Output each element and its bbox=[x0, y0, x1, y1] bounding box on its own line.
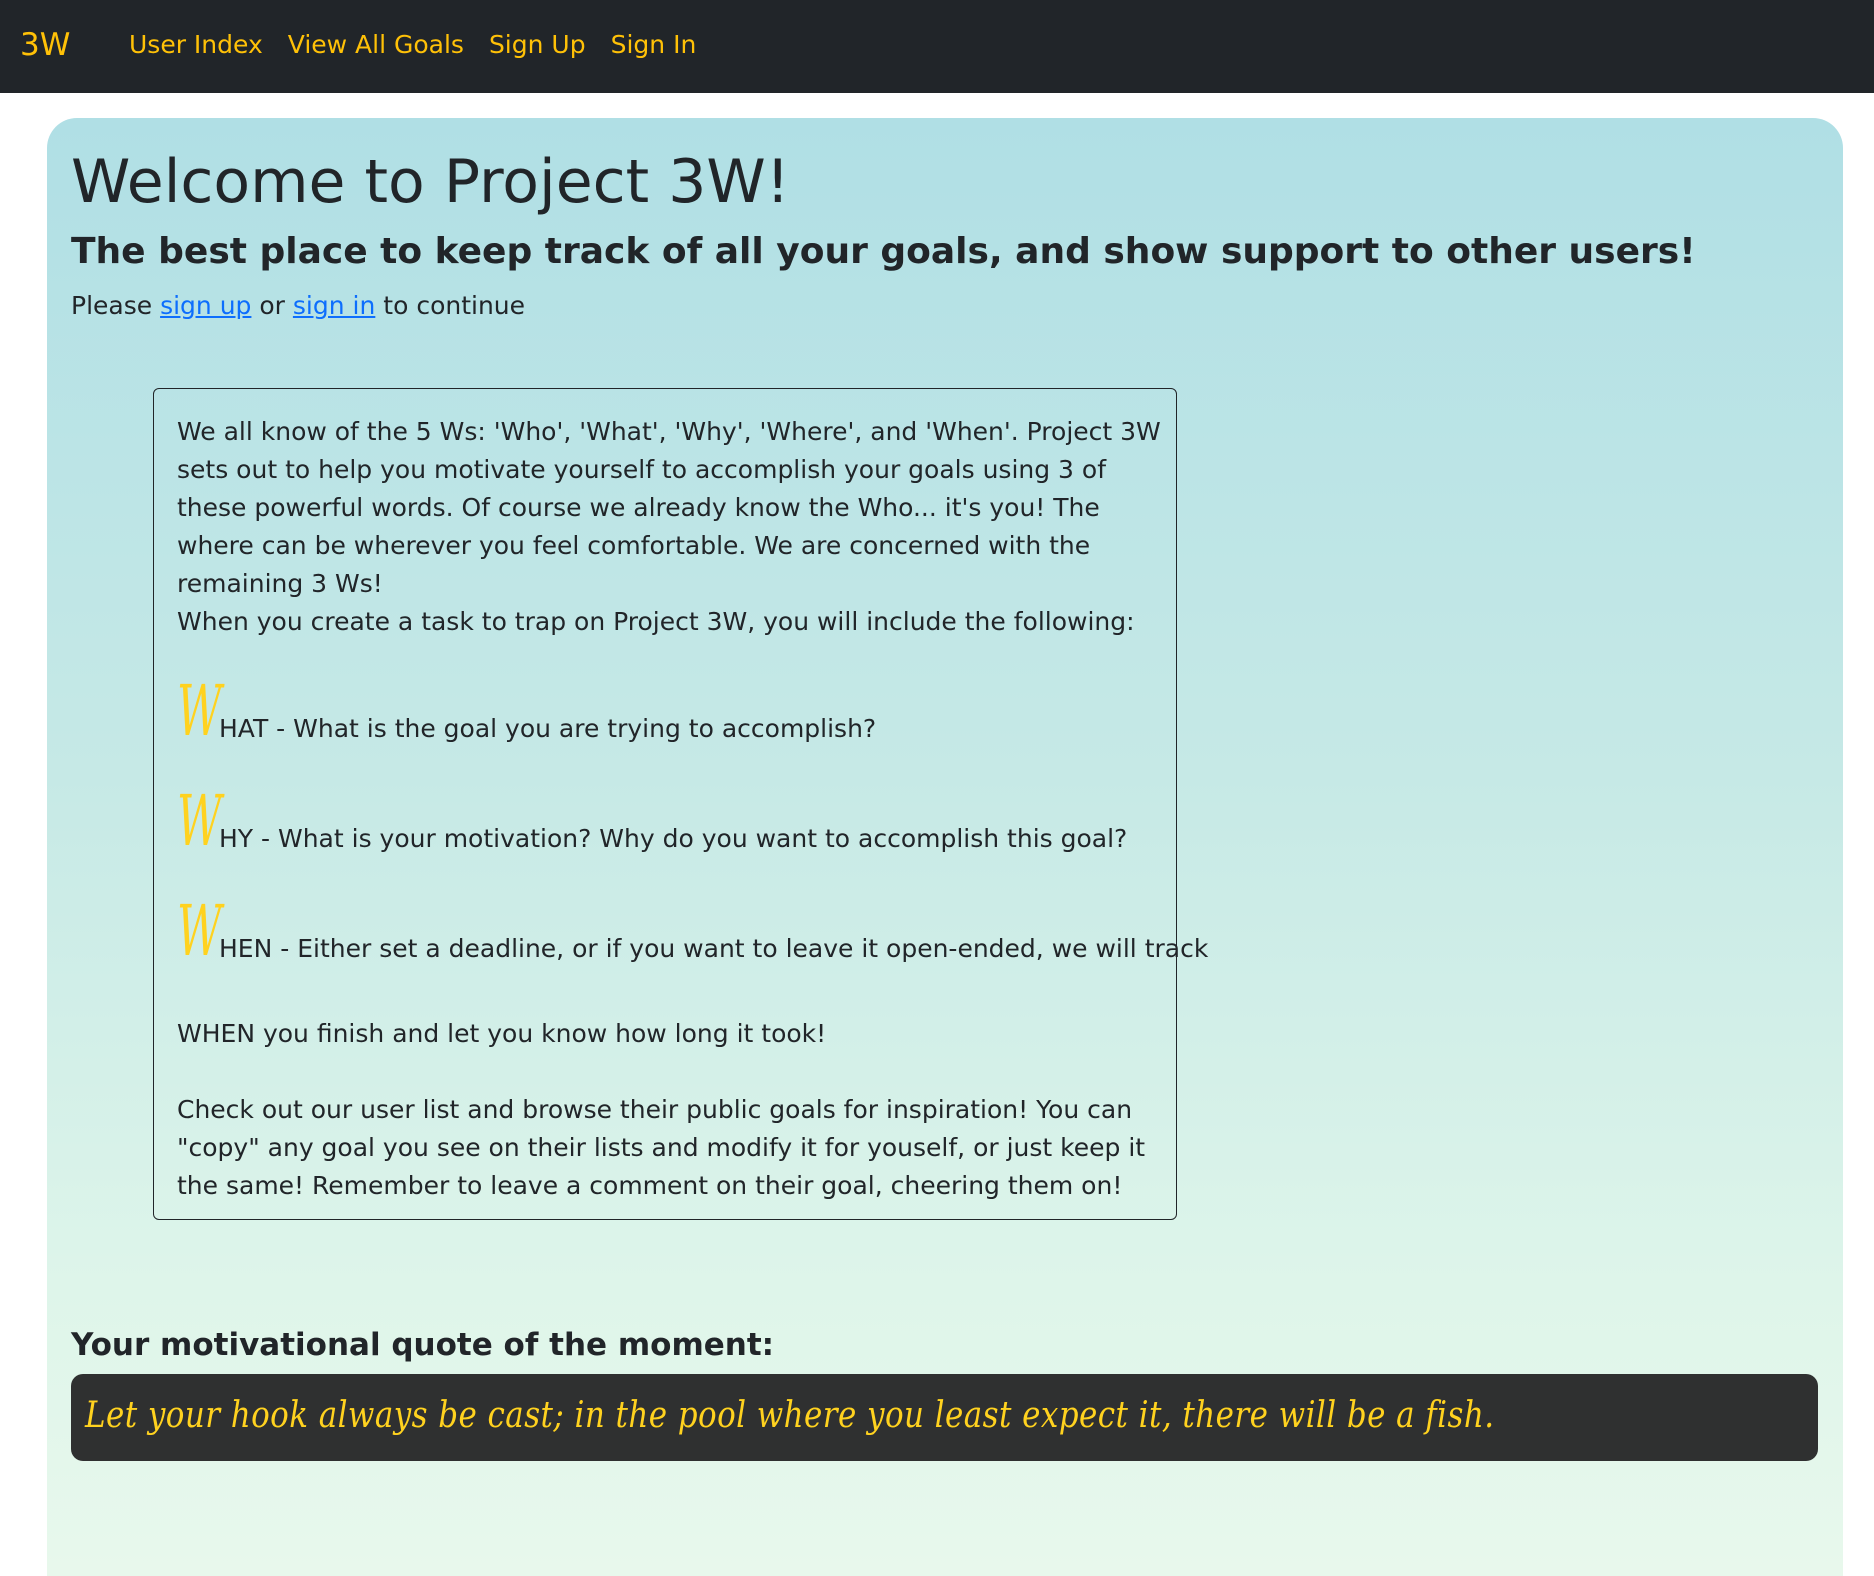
nav-link-user-index[interactable]: User Index bbox=[129, 28, 263, 62]
quote-text: Let your hook always be cast; in the poo… bbox=[85, 1395, 1495, 1436]
why-text: HY - What is your motivation? Why do you… bbox=[219, 824, 1128, 853]
info-intro: We all know of the 5 Ws: 'Who', 'What', … bbox=[177, 417, 1161, 598]
sign-up-link[interactable]: sign up bbox=[160, 291, 251, 320]
nav-link-sign-up[interactable]: Sign Up bbox=[489, 28, 586, 62]
page-subtitle: The best place to keep track of all your… bbox=[71, 231, 1696, 272]
auth-prompt: Please sign up or sign in to continue bbox=[71, 289, 525, 323]
brand-link[interactable]: 3W bbox=[20, 24, 70, 66]
page-title: Welcome to Project 3W! bbox=[71, 147, 790, 217]
info-create-intro: When you create a task to trap on Projec… bbox=[177, 607, 1135, 636]
when-row: W HEN - Either set a deadline, or if you… bbox=[177, 896, 1208, 966]
w-letter-when: W bbox=[177, 890, 222, 972]
nav-link-sign-in[interactable]: Sign In bbox=[611, 28, 697, 62]
quote-heading: Your motivational quote of the moment: bbox=[71, 1327, 775, 1363]
when-text: HEN - Either set a deadline, or if you w… bbox=[219, 934, 1209, 963]
auth-prompt-before: Please bbox=[71, 291, 161, 320]
auth-prompt-middle: or bbox=[251, 291, 293, 320]
nav-links: User Index View All Goals Sign Up Sign I… bbox=[129, 28, 696, 62]
when-continued: WHEN you finish and let you know how lon… bbox=[177, 1019, 827, 1048]
sign-in-link[interactable]: sign in bbox=[293, 291, 375, 320]
info-outro: Check out our user list and browse their… bbox=[177, 1095, 1146, 1200]
info-box: We all know of the 5 Ws: 'Who', 'What', … bbox=[153, 388, 1208, 1220]
w-letter-why: W bbox=[177, 780, 222, 862]
w-letter-what: W bbox=[177, 670, 222, 752]
quote-box: Let your hook always be cast; in the poo… bbox=[71, 1374, 1818, 1461]
top-navbar: 3W User Index View All Goals Sign Up Sig… bbox=[0, 0, 1874, 93]
what-row: W HAT - What is the goal you are trying … bbox=[177, 676, 876, 746]
why-row: W HY - What is your motivation? Why do y… bbox=[177, 786, 1127, 856]
hero-panel: Welcome to Project 3W! The best place to… bbox=[47, 118, 1843, 1576]
nav-link-view-all-goals[interactable]: View All Goals bbox=[288, 28, 464, 62]
auth-prompt-after: to continue bbox=[375, 291, 526, 320]
what-text: HAT - What is the goal you are trying to… bbox=[219, 714, 877, 743]
